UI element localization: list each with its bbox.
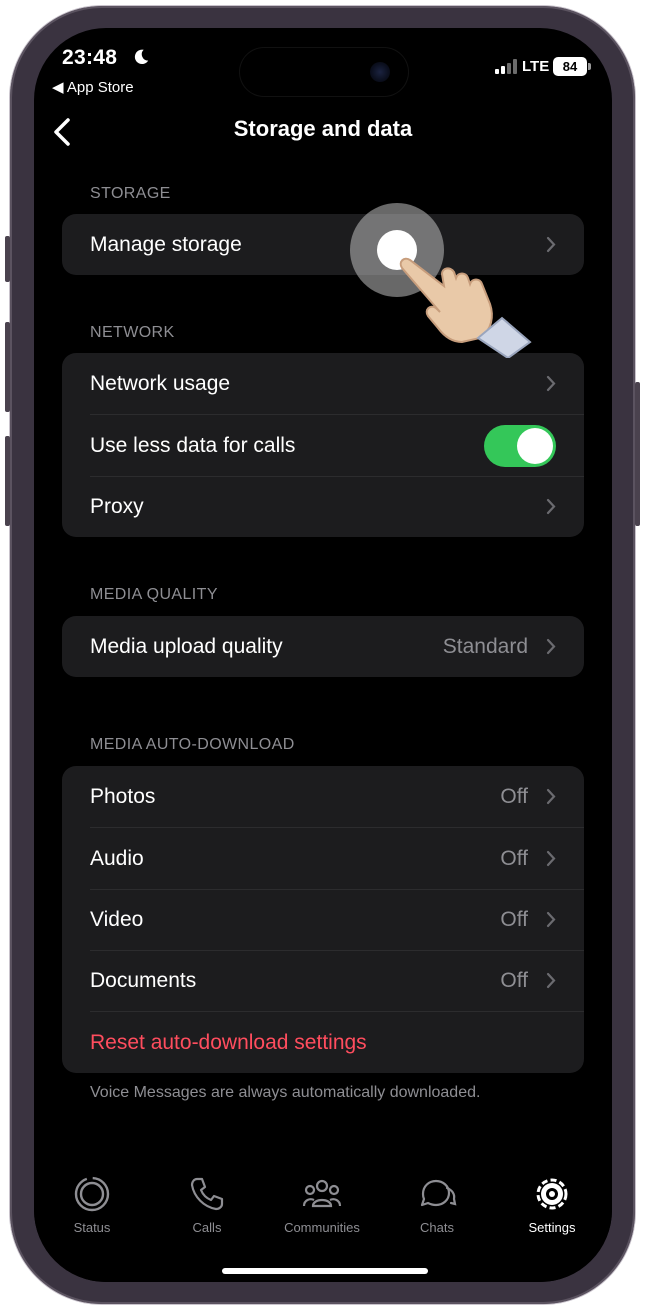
media-upload-quality-row[interactable]: Media upload quality Standard [62, 616, 584, 677]
section-label-storage: STORAGE [90, 185, 171, 202]
reset-label: Reset auto-download settings [90, 1031, 367, 1054]
chats-icon [420, 1179, 457, 1207]
footnote-voice-messages: Voice Messages are always automatically … [90, 1084, 481, 1101]
tab-label: Calls [192, 1220, 222, 1235]
gear-icon [536, 1178, 568, 1210]
tab-chats[interactable]: Chats [387, 1174, 487, 1235]
page-title: Storage and data [233, 116, 413, 141]
audio-row[interactable]: Audio Off [62, 828, 584, 889]
tab-status[interactable]: Status [42, 1174, 142, 1235]
media-quality-group: Media upload quality Standard [62, 616, 584, 677]
network-usage-row[interactable]: Network usage [62, 353, 584, 414]
reset-auto-download-button[interactable]: Reset auto-download settings [62, 1012, 584, 1073]
dynamic-island [240, 48, 408, 96]
chevron-right-icon [546, 375, 556, 392]
camera-icon [370, 62, 390, 82]
auto-download-group: Photos Off Audio Off Video Off Documents… [62, 766, 584, 1073]
tab-label: Chats [420, 1220, 454, 1235]
documents-row[interactable]: Documents Off [62, 950, 584, 1011]
row-label: Use less data for calls [90, 434, 296, 457]
row-label: Proxy [90, 495, 144, 518]
video-row[interactable]: Video Off [62, 889, 584, 950]
tab-settings[interactable]: Settings [502, 1174, 602, 1235]
network-group: Network usage Use less data for calls Pr… [62, 353, 584, 537]
use-less-data-toggle[interactable] [484, 425, 556, 467]
row-label: Media upload quality [90, 635, 283, 658]
chevron-right-icon [546, 638, 556, 655]
proxy-row[interactable]: Proxy [62, 476, 584, 537]
tab-label: Status [73, 1220, 111, 1235]
tab-calls[interactable]: Calls [157, 1174, 257, 1235]
row-value: Off [500, 969, 528, 992]
communities-icon [302, 1179, 342, 1208]
tab-label: Communities [284, 1220, 360, 1235]
chevron-right-icon [546, 498, 556, 515]
row-label: Photos [90, 785, 156, 808]
volume-down-button [5, 436, 10, 526]
row-label: Video [90, 908, 144, 931]
power-button [635, 382, 640, 526]
home-indicator [222, 1268, 428, 1274]
pointing-hand-icon [399, 257, 532, 358]
phone-screen: 23:48 ◀ App Store LTE 84 Storage and dat… [34, 28, 612, 1282]
tab-communities[interactable]: Communities [272, 1174, 372, 1235]
volume-up-button [5, 322, 10, 412]
section-label-media-quality: MEDIA QUALITY [90, 586, 218, 603]
row-label: Network usage [90, 372, 231, 395]
battery-tip [588, 63, 591, 70]
section-label-auto-download: MEDIA AUTO-DOWNLOAD [90, 736, 295, 753]
back-to-app-store[interactable]: ◀ App Store [52, 78, 134, 96]
row-value: Off [500, 908, 528, 931]
row-value: Off [500, 785, 528, 808]
signal-icon [495, 59, 517, 74]
row-value: Off [500, 847, 528, 870]
use-less-data-row: Use less data for calls [62, 415, 584, 476]
row-label: Documents [90, 969, 197, 992]
chevron-right-icon [546, 236, 556, 253]
section-label-network: NETWORK [90, 324, 175, 341]
status-time: 23:48 [62, 46, 118, 69]
chevron-right-icon [546, 972, 556, 989]
battery-level: 84 [553, 57, 587, 76]
phone-icon [190, 1177, 224, 1211]
chevron-right-icon [546, 911, 556, 928]
moon-icon [134, 49, 149, 65]
row-label: Audio [90, 847, 144, 870]
network-type: LTE [522, 58, 550, 75]
status-icon [74, 1176, 110, 1212]
row-value: Standard [442, 635, 528, 658]
mute-switch [5, 236, 10, 282]
photos-row[interactable]: Photos Off [62, 766, 584, 827]
tab-label: Settings [528, 1220, 576, 1235]
row-label: Manage storage [90, 233, 242, 256]
chevron-right-icon [546, 788, 556, 805]
toggle-knob [517, 428, 553, 464]
chevron-right-icon [546, 850, 556, 867]
tab-bar: Status Calls Communities Chats Settings [34, 1160, 612, 1282]
